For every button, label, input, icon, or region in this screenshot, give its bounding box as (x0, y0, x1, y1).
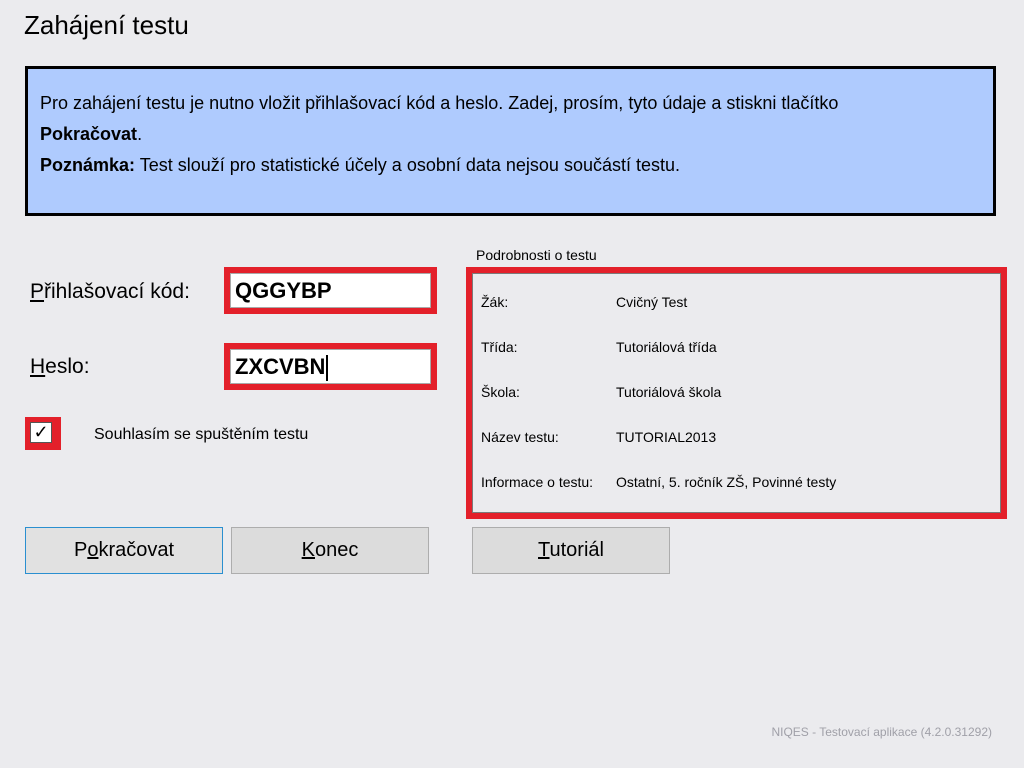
consent-label[interactable]: Souhlasím se spuštěním testu (94, 426, 308, 444)
login-code-value: QGGYBP (235, 278, 332, 303)
tutorial-button[interactable]: Tutoriál (472, 527, 670, 574)
password-label-rest: eslo: (45, 355, 90, 378)
details-value: Ostatní, 5. ročník ZŠ, Povinné testy (616, 474, 837, 490)
note-label: Poznámka: (40, 155, 136, 175)
exit-label-post: onec (314, 539, 359, 561)
details-value: Tutoriálová třída (616, 339, 717, 355)
consent-checkbox[interactable]: ✓ (30, 422, 52, 443)
window-title: Zahájení testu (24, 10, 189, 40)
password-highlight: ZXCVBN (224, 343, 437, 390)
continue-label-mnemonic: o (87, 539, 99, 561)
instructions-panel: Pro zahájení testu je nutno vložit přihl… (25, 66, 996, 216)
password-input[interactable]: ZXCVBN (230, 349, 431, 384)
instructions-text: Pro zahájení testu je nutno vložit přihl… (40, 88, 981, 150)
details-key: Název testu: (481, 429, 559, 445)
consent-checkbox-highlight: ✓ (25, 417, 61, 450)
details-highlight: Žák: Cvičný Test Třída: Tutoriálová tříd… (466, 267, 1007, 519)
login-code-label: Přihlašovací kód: (30, 280, 190, 304)
instructions-continue-ref: Pokračovat (40, 124, 138, 144)
login-code-label-rest: řihlašovací kód: (44, 280, 190, 303)
exit-button[interactable]: Konec (231, 527, 429, 574)
note-body: Test slouží pro statistické účely a osob… (135, 155, 680, 175)
details-value: TUTORIAL2013 (616, 429, 717, 445)
checkmark-icon: ✓ (33, 422, 49, 442)
login-code-input[interactable]: QGGYBP (230, 273, 431, 308)
details-key: Žák: (481, 294, 509, 310)
details-value: Tutoriálová škola (616, 384, 722, 400)
instructions-line: Pro zahájení testu je nutno vložit přihl… (40, 93, 839, 113)
tutorial-label-post: utoriál (549, 539, 604, 561)
text-caret (326, 355, 329, 382)
instructions-period: . (137, 124, 143, 144)
details-key: Informace o testu: (481, 474, 594, 490)
exit-label-mnemonic: K (301, 539, 315, 561)
note-text: Poznámka: Test slouží pro statistické úč… (40, 150, 981, 181)
tutorial-label-mnemonic: T (538, 539, 550, 561)
password-value: ZXCVBN (235, 354, 326, 379)
details-panel: Žák: Cvičný Test Třída: Tutoriálová tříd… (472, 273, 1001, 513)
continue-label-pre: P (73, 539, 88, 561)
password-label-mnemonic: H (30, 355, 46, 378)
details-key: Třída: (481, 339, 518, 355)
details-value: Cvičný Test (616, 294, 688, 310)
details-key: Škola: (481, 384, 520, 400)
login-code-label-mnemonic: P (30, 280, 45, 303)
login-code-highlight: QGGYBP (224, 267, 437, 314)
continue-button[interactable]: Pokračovat (25, 527, 223, 574)
details-caption: Podrobnosti o testu (476, 247, 597, 263)
continue-label-post: kračovat (98, 539, 175, 561)
password-label: Heslo: (30, 355, 90, 379)
version-footer: NIQES - Testovací aplikace (4.2.0.31292) (771, 725, 992, 739)
